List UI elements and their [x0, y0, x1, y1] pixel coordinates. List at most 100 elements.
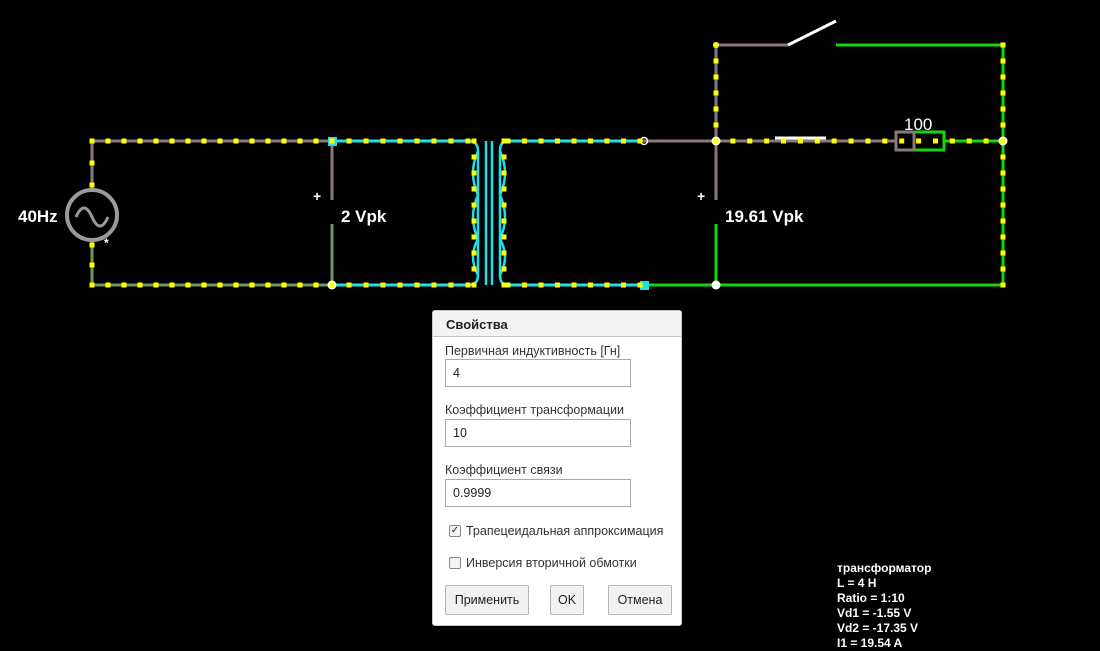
- current-dot: [363, 138, 369, 144]
- invert-secondary-checkbox-row[interactable]: Инверсия вторичной обмотки: [449, 556, 637, 570]
- current-dot: [471, 154, 477, 160]
- info-line: Vd2 = -17.35 V: [837, 621, 919, 635]
- current-dot: [465, 138, 471, 144]
- current-dot: [1000, 74, 1006, 80]
- current-dot: [465, 282, 471, 288]
- current-dot: [501, 202, 507, 208]
- current-dot: [637, 282, 643, 288]
- current-dot: [831, 138, 837, 144]
- current-dot: [522, 138, 527, 144]
- current-dot: [397, 282, 403, 288]
- current-dot: [713, 122, 719, 128]
- current-dot: [471, 186, 477, 192]
- current-dot: [397, 138, 403, 144]
- current-dot: [865, 138, 871, 144]
- cancel-button[interactable]: Отмена: [608, 585, 672, 615]
- current-dot: [380, 138, 386, 144]
- ac-source[interactable]: [65, 188, 119, 242]
- resistor-value: 100: [904, 115, 932, 134]
- voltmeter2-plus: +: [697, 188, 705, 204]
- current-dot: [346, 138, 352, 144]
- current-dot: [501, 266, 507, 272]
- primary-inductance-label: Первичная индуктивность [Гн]: [445, 344, 621, 358]
- turns-ratio-label: Коэффициент трансформации: [445, 403, 624, 417]
- trapezoidal-checkbox[interactable]: ✓: [449, 525, 461, 537]
- current-dot: [713, 138, 719, 144]
- current-dot: [448, 282, 454, 288]
- current-dot: [1000, 250, 1006, 256]
- current-dot: [501, 170, 507, 176]
- current-dot: [713, 58, 719, 64]
- current-dot: [588, 282, 593, 288]
- current-dot: [555, 282, 560, 288]
- current-dot: [588, 138, 593, 144]
- current-dot: [501, 186, 507, 192]
- current-dot: [471, 202, 477, 208]
- coupling-coefficient-input[interactable]: [445, 479, 631, 507]
- current-dot: [1000, 234, 1006, 240]
- current-dot: [121, 138, 127, 144]
- current-dot: [747, 138, 753, 144]
- current-dot: [501, 250, 507, 256]
- current-dot: [346, 282, 352, 288]
- current-dot: [201, 282, 207, 288]
- current-dot: [1000, 170, 1006, 176]
- coupling-coefficient-label: Коэффициент связи: [445, 463, 563, 477]
- current-dot: [713, 74, 719, 80]
- current-dot: [713, 42, 719, 48]
- current-dot: [471, 234, 477, 240]
- current-dot: [217, 138, 223, 144]
- ok-button[interactable]: OK: [550, 585, 584, 615]
- current-dot: [713, 90, 719, 96]
- current-dot: [764, 138, 770, 144]
- apply-button[interactable]: Применить: [445, 585, 529, 615]
- current-dot: [1000, 266, 1006, 272]
- invert-secondary-checkbox[interactable]: [449, 557, 461, 569]
- current-dot: [121, 282, 127, 288]
- transformer[interactable]: [467, 139, 509, 287]
- turns-ratio-input[interactable]: [445, 419, 631, 447]
- switch-blade[interactable]: [787, 19, 837, 47]
- trapezoidal-checkbox-row[interactable]: ✓ Трапецеидальная аппроксимация: [449, 524, 663, 538]
- current-dot: [604, 282, 610, 288]
- current-dot: [1000, 122, 1006, 128]
- dialog-title[interactable]: Свойства: [433, 311, 681, 337]
- current-dot: [169, 138, 175, 144]
- invert-secondary-checkbox-label: Инверсия вторичной обмотки: [466, 556, 637, 570]
- current-dot: [313, 282, 319, 288]
- current-dot: [781, 138, 787, 144]
- current-dot: [169, 282, 175, 288]
- info-line: Vd1 = -1.55 V: [837, 606, 912, 620]
- current-dot: [555, 138, 560, 144]
- current-dot: [571, 282, 577, 288]
- info-line: трансформатор: [837, 561, 932, 575]
- current-dot: [471, 170, 477, 176]
- current-dot: [89, 282, 95, 288]
- current-dot: [431, 282, 437, 288]
- trapezoidal-checkbox-label: Трапецеидальная аппроксимация: [466, 524, 664, 538]
- current-dot: [538, 282, 544, 288]
- current-dot: [932, 138, 938, 144]
- current-dot: [217, 282, 223, 288]
- info-line: L = 4 H: [837, 576, 877, 590]
- current-dot: [522, 282, 527, 288]
- info-line: Ratio = 1:10: [837, 591, 905, 605]
- current-dot: [185, 282, 191, 288]
- current-dot: [471, 138, 477, 144]
- node[interactable]: [711, 280, 721, 290]
- current-dot: [89, 262, 95, 268]
- current-dot: [297, 282, 303, 288]
- current-dot: [233, 282, 239, 288]
- current-dot: [1000, 282, 1006, 288]
- current-dot: [949, 138, 955, 144]
- current-dot: [501, 218, 507, 224]
- current-dot: [899, 138, 905, 144]
- current-dot: [281, 282, 287, 288]
- current-dot: [1000, 90, 1006, 96]
- component-info-panel: трансформатор L = 4 H Ratio = 1:10 Vd1 =…: [837, 561, 931, 651]
- current-dot: [1000, 154, 1006, 160]
- current-dot: [265, 138, 271, 144]
- current-dot: [249, 282, 255, 288]
- current-dot: [281, 138, 287, 144]
- primary-inductance-input[interactable]: [445, 359, 631, 387]
